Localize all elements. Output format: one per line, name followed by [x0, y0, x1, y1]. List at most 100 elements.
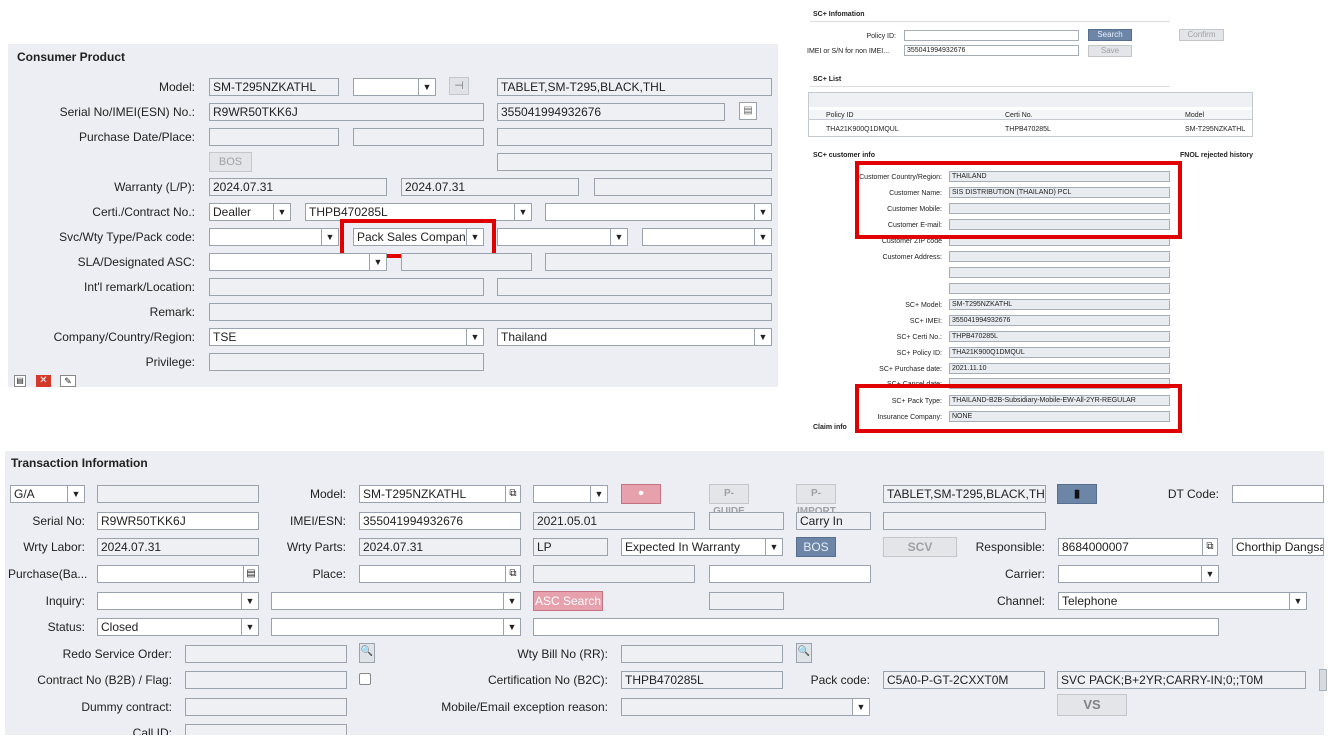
- purchase-extra-field[interactable]: [497, 128, 772, 146]
- inquiry-dropdown-2[interactable]: ▼: [271, 592, 521, 610]
- status-note-field[interactable]: [533, 618, 1219, 636]
- txn-extra-field-1[interactable]: [709, 512, 784, 530]
- txn-imei-field[interactable]: 355041994932676: [359, 512, 521, 530]
- search-icon[interactable]: 🔍: [359, 643, 375, 663]
- svc-type-dropdown[interactable]: ▼: [209, 228, 339, 246]
- alert-icon-button[interactable]: ▮: [1057, 484, 1097, 504]
- certi-type-dropdown[interactable]: Dealler ▼: [209, 203, 291, 221]
- svc-pack-field[interactable]: SVC PACK;B+2YR;CARRY-IN;0;;T0M: [1057, 671, 1306, 689]
- policy-id-input[interactable]: [904, 30, 1079, 41]
- model-description-field[interactable]: TABLET,SM-T295,BLACK,THL: [497, 78, 772, 96]
- customer-address-line3[interactable]: [949, 283, 1170, 294]
- dummy-field[interactable]: [185, 698, 347, 716]
- channel-dropdown[interactable]: Telephone ▼: [1058, 592, 1307, 610]
- purchase-place-field[interactable]: [353, 128, 484, 146]
- carry-in-field[interactable]: Carry In: [796, 512, 871, 530]
- responsible-name-field[interactable]: Chorthip Dangsakul: [1232, 538, 1324, 556]
- sc-search-button[interactable]: Search: [1088, 29, 1132, 41]
- place-field[interactable]: [359, 565, 507, 583]
- remark-field[interactable]: [209, 303, 772, 321]
- expected-warranty-dropdown[interactable]: Expected In Warranty ▼: [621, 538, 783, 556]
- wrty-parts-field[interactable]: 2024.07.31: [359, 538, 521, 556]
- intl-remark-field[interactable]: [209, 278, 484, 296]
- svc-extra2-dropdown[interactable]: ▼: [642, 228, 772, 246]
- sc-save-button[interactable]: Save: [1088, 45, 1132, 57]
- certi-extra-dropdown[interactable]: ▼: [545, 203, 772, 221]
- calendar-icon[interactable]: ▤: [739, 102, 757, 120]
- carrier-dropdown[interactable]: ▼: [1058, 565, 1219, 583]
- sc-imei-field[interactable]: 355041994932676: [949, 315, 1170, 326]
- sla-field-3[interactable]: [545, 253, 772, 271]
- ga-extra-field[interactable]: [97, 485, 259, 503]
- bos-button[interactable]: BOS: [209, 152, 252, 172]
- sc-policy-field[interactable]: THA21K900Q1DMQUL: [949, 347, 1170, 358]
- status-dropdown[interactable]: Closed ▼: [97, 618, 259, 636]
- sla-dropdown[interactable]: ▼: [209, 253, 387, 271]
- privilege-field[interactable]: [209, 353, 484, 371]
- row-end-button[interactable]: [1319, 669, 1327, 691]
- delete-icon[interactable]: ✕: [36, 375, 51, 387]
- sc-certi-field[interactable]: THPB470285L: [949, 331, 1170, 342]
- fnol-rejected-link[interactable]: FNOL rejected history: [1180, 152, 1253, 159]
- sc-list-cell-certi[interactable]: THPB470285L: [1005, 124, 1051, 135]
- purchase-date-field[interactable]: [209, 128, 339, 146]
- txn-extra-field-2[interactable]: [883, 512, 1046, 530]
- asc-extra-field[interactable]: [709, 592, 784, 610]
- vs-button[interactable]: VS: [1057, 694, 1127, 716]
- cert-b2c-field[interactable]: THPB470285L: [621, 671, 783, 689]
- p-guide-button[interactable]: P-GUIDE: [709, 484, 749, 517]
- responsible-field[interactable]: 8684000007: [1058, 538, 1204, 556]
- calendar-icon[interactable]: ▤: [243, 565, 259, 583]
- save-icon[interactable]: ▤: [14, 375, 26, 387]
- txn-model-field[interactable]: SM-T295NZKATHL: [359, 485, 507, 503]
- contract-field[interactable]: [185, 671, 347, 689]
- wty-bill-field[interactable]: [621, 645, 783, 663]
- dt-code-field[interactable]: [1232, 485, 1324, 503]
- bos-extra-field[interactable]: [497, 153, 772, 171]
- sc-confirm-button[interactable]: Confirm: [1179, 29, 1224, 41]
- edit-icon[interactable]: ✎: [60, 375, 76, 387]
- redo-field[interactable]: [185, 645, 347, 663]
- txn-model-desc-field[interactable]: TABLET,SM-T295,BLACK,THL: [883, 485, 1046, 503]
- copy-icon[interactable]: ⧉: [505, 485, 521, 503]
- pack-code-field[interactable]: C5A0-P-GT-2CXXT0M: [883, 671, 1045, 689]
- txn-serial-field[interactable]: R9WR50TKK6J: [97, 512, 259, 530]
- location-field[interactable]: [497, 278, 772, 296]
- model-field[interactable]: SM-T295NZKATHL: [209, 78, 339, 96]
- wrty-labor-field[interactable]: 2024.07.31: [97, 538, 259, 556]
- search-icon[interactable]: 🔍: [796, 643, 812, 663]
- txn-model-dropdown[interactable]: ▼: [533, 485, 608, 503]
- model-dropdown[interactable]: ▼: [353, 78, 436, 96]
- txn-purchase-field[interactable]: [97, 565, 245, 583]
- imei-field[interactable]: 355041994932676: [497, 103, 725, 121]
- warranty-extra-field[interactable]: [594, 178, 772, 196]
- status-dropdown-2[interactable]: ▼: [271, 618, 521, 636]
- lp-field[interactable]: LP: [533, 538, 608, 556]
- sc-model-field[interactable]: SM-T295NZKATHL: [949, 299, 1170, 310]
- sc-list-cell-policy[interactable]: THA21K900Q1DMQUL: [826, 124, 899, 135]
- asc-search-button[interactable]: ASC Search: [533, 591, 603, 611]
- place-extra-field-2[interactable]: [709, 565, 871, 583]
- warranty-parts-field[interactable]: 2024.07.31: [401, 178, 579, 196]
- p-import-button[interactable]: P-IMPORT: [796, 484, 836, 517]
- svc-extra1-dropdown[interactable]: ▼: [497, 228, 628, 246]
- red-action-button[interactable]: ⏺: [621, 484, 661, 504]
- country-dropdown[interactable]: Thailand ▼: [497, 328, 772, 346]
- customer-address-line2[interactable]: [949, 267, 1170, 278]
- txn-bos-button[interactable]: BOS: [796, 537, 836, 557]
- sla-field-2[interactable]: [401, 253, 532, 271]
- ga-dropdown[interactable]: G/A ▼: [10, 485, 85, 503]
- scv-button[interactable]: SCV: [883, 537, 957, 557]
- customer-address-field[interactable]: [949, 251, 1170, 262]
- warranty-labor-field[interactable]: 2024.07.31: [209, 178, 387, 196]
- model-lookup-icon[interactable]: ⊣: [449, 77, 469, 95]
- txn-date-field[interactable]: 2021.05.01: [533, 512, 695, 530]
- place-extra-field[interactable]: [533, 565, 695, 583]
- sc-list-cell-model[interactable]: SM-T295NZKATHL: [1185, 124, 1245, 135]
- serial-field[interactable]: R9WR50TKK6J: [209, 103, 484, 121]
- contract-flag-checkbox[interactable]: [359, 673, 371, 685]
- copy-icon[interactable]: ⧉: [1202, 538, 1218, 556]
- company-dropdown[interactable]: TSE ▼: [209, 328, 484, 346]
- copy-icon[interactable]: ⧉: [505, 565, 521, 583]
- imei-sn-input[interactable]: 355041994932676: [904, 45, 1079, 56]
